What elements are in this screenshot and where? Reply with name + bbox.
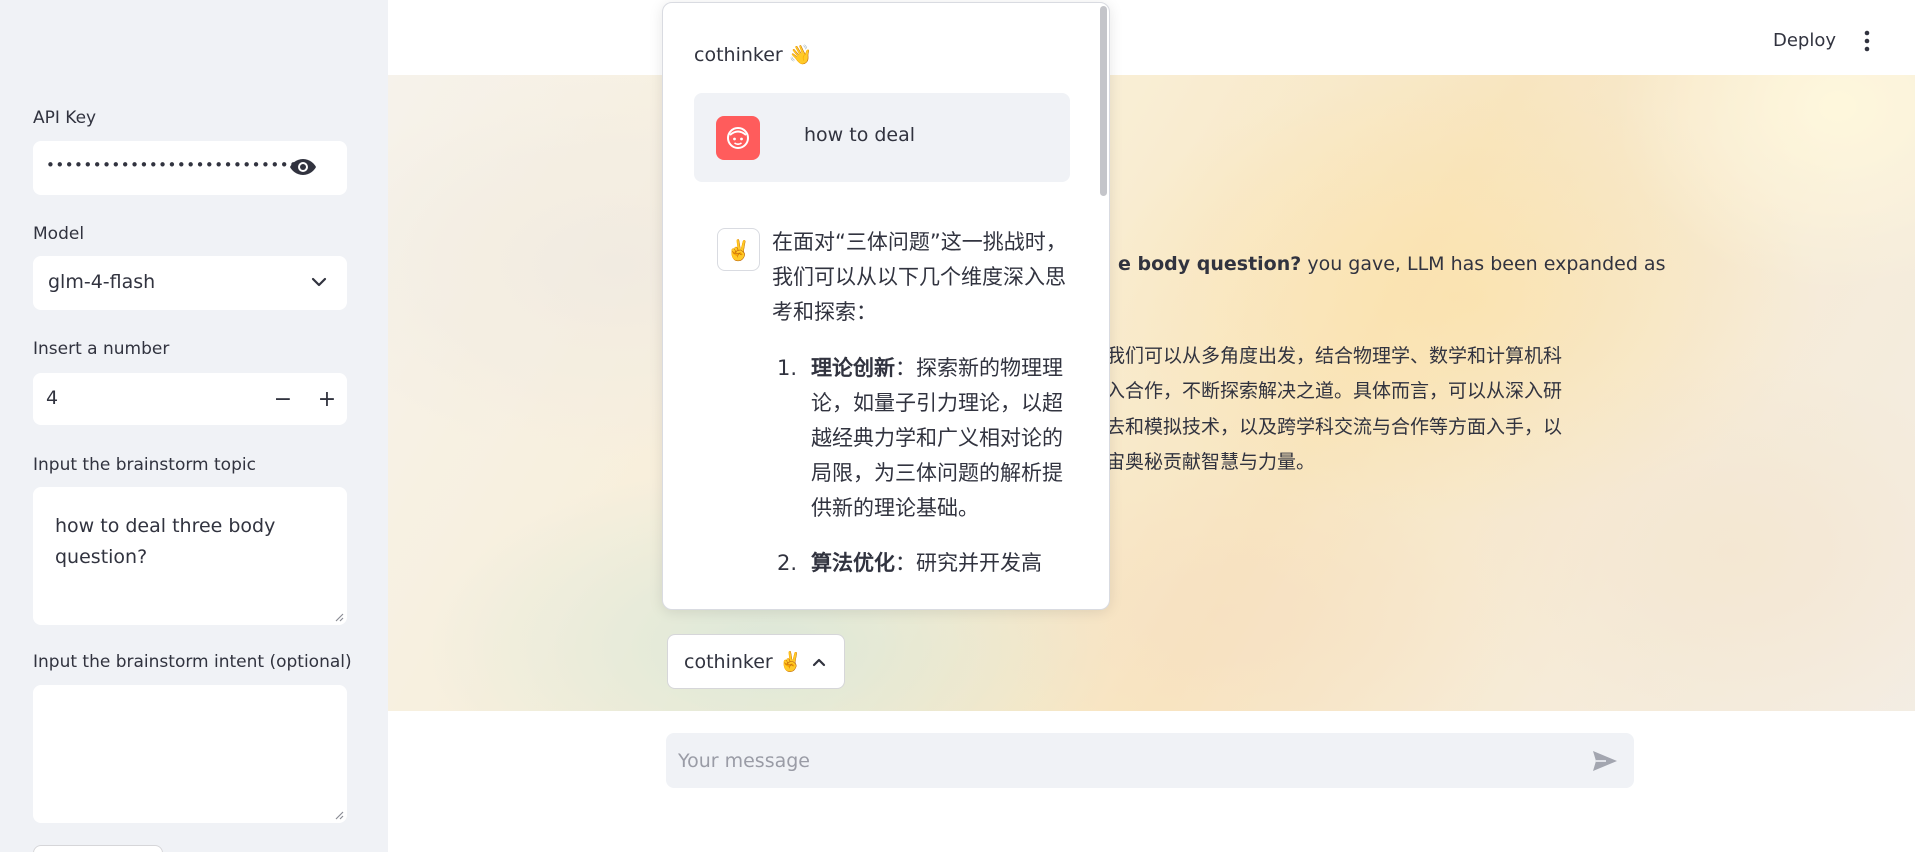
scrollbar-thumb[interactable] <box>1100 6 1107 196</box>
cothinker-button-label: cothinker ✌️ <box>684 651 803 673</box>
topic-textarea-value[interactable]: how to deal three body question? <box>55 511 325 573</box>
list-item: 2. 算法优化：研究并开发高 <box>772 546 1072 581</box>
decrement-button[interactable]: − <box>261 373 305 425</box>
cothinker-popover[interactable]: cothinker 👋 how to deal ✌️ 在面对“三体问题”这一挑战… <box>662 2 1110 610</box>
bot-avatar: ✌️ <box>717 228 760 271</box>
number-label: Insert a number <box>33 339 170 359</box>
api-key-value[interactable]: •••••••••••••••••••••••••••••••••• <box>46 156 301 174</box>
list-item-number: 1. <box>777 356 798 380</box>
model-select[interactable]: glm-4-flash <box>33 256 347 310</box>
expanded-line: 入合作，不断探索解决之道。具体而言，可以从深入研 <box>1106 380 1563 402</box>
expanded-line: 我们可以从多角度出发，结合物理学、数学和计算机科 <box>1106 345 1563 367</box>
send-icon[interactable] <box>1592 750 1618 772</box>
deploy-button[interactable]: Deploy <box>1773 30 1836 51</box>
more-options-icon[interactable] <box>1862 30 1872 52</box>
number-input-value[interactable]: 4 <box>46 387 58 409</box>
header <box>388 0 1919 75</box>
eye-icon[interactable] <box>289 157 317 177</box>
topic-label: Input the brainstorm topic <box>33 455 256 475</box>
popover-scrollbar[interactable] <box>1097 3 1109 609</box>
chat-input[interactable] <box>678 733 1558 788</box>
intent-textarea[interactable] <box>33 685 347 823</box>
bot-message-list: 1. 理论创新：探索新的物理理论，如量子引力理论，以超越经典力学和广义相对论的局… <box>772 351 1072 601</box>
submit-button[interactable] <box>33 845 163 852</box>
chevron-down-icon[interactable] <box>311 276 327 288</box>
list-item-title: 算法优化 <box>811 551 895 575</box>
chevron-up-icon <box>812 658 826 667</box>
expanded-line: 去和模拟技术，以及跨学科交流与合作等方面入手，以 <box>1106 416 1563 438</box>
api-key-field[interactable]: •••••••••••••••••••••••••••••••••• <box>33 141 347 195</box>
topic-textarea[interactable]: how to deal three body question? <box>33 487 347 625</box>
expansion-intro-rest: you gave, LLM has been expanded as <box>1301 253 1666 275</box>
list-item-title: 理论创新 <box>811 356 895 380</box>
intent-label: Input the brainstorm intent (optional) <box>33 652 352 672</box>
list-item-number: 2. <box>777 551 798 575</box>
user-message: how to deal <box>694 93 1070 182</box>
topic-bold: e body question? <box>1118 253 1302 275</box>
user-face-icon <box>727 127 749 149</box>
model-label: Model <box>33 224 85 244</box>
resize-handle-icon[interactable] <box>334 810 344 820</box>
cothinker-popover-button[interactable]: cothinker ✌️ <box>667 634 845 689</box>
user-message-text: how to deal <box>804 124 916 146</box>
list-item-text: ：研究并开发高 <box>895 551 1042 575</box>
popover-title: cothinker 👋 <box>694 44 813 66</box>
expanded-line: 宙奥秘贡献智慧与力量。 <box>1106 451 1316 473</box>
list-item-text: ：探索新的物理理论，如量子引力理论，以超越经典力学和广义相对论的局限，为三体问题… <box>811 356 1063 520</box>
resize-handle-icon[interactable] <box>334 612 344 622</box>
list-item: 1. 理论创新：探索新的物理理论，如量子引力理论，以超越经典力学和广义相对论的局… <box>772 351 1072 526</box>
api-key-label: API Key <box>33 108 97 128</box>
number-input[interactable]: 4 − + <box>33 373 347 425</box>
bot-message-intro: 在面对“三体问题”这一挑战时，我们可以从以下几个维度深入思考和探索： <box>772 230 1067 324</box>
expansion-intro: e body question? you gave, LLM has been … <box>1118 247 1665 282</box>
user-avatar <box>716 116 760 160</box>
model-select-value[interactable]: glm-4-flash <box>48 271 155 293</box>
increment-button[interactable]: + <box>305 373 349 425</box>
chat-input-box[interactable] <box>666 733 1634 788</box>
